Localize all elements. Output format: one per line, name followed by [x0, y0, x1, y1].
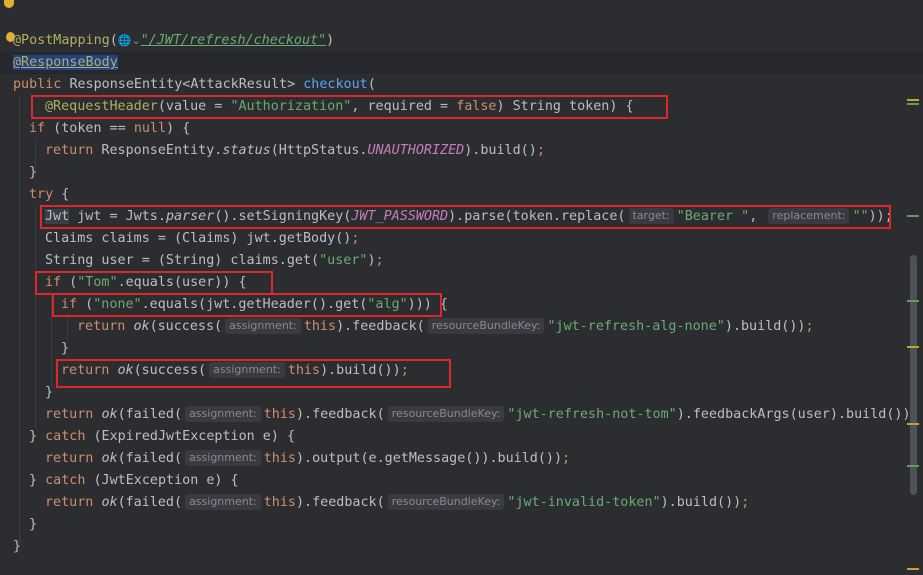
type-name: ResponseEntity<AttackResult> [69, 77, 296, 92]
highlight-box-return-success [56, 359, 451, 388]
method-call: ok [133, 319, 150, 334]
constant: UNAUTHORIZED [367, 143, 465, 158]
keyword: try [29, 187, 54, 202]
annotation: @ResponseBody [13, 55, 118, 70]
code-line[interactable]: } [29, 162, 37, 184]
code-line[interactable]: public ResponseEntity<AttackResult> chec… [13, 74, 376, 96]
method-call: ok [101, 495, 118, 510]
code-line[interactable]: } catch (JwtException e) { [29, 470, 239, 492]
highlight-box-jwt-parse [40, 205, 891, 229]
keyword: if [29, 121, 46, 136]
annotation: @PostMapping [13, 33, 110, 48]
indent-guide [35, 206, 36, 428]
keyword: return [77, 319, 126, 334]
globe-icon[interactable]: 🌐⌄ [118, 30, 141, 52]
highlight-box-request-header [31, 95, 668, 119]
method-call: ok [101, 407, 118, 422]
highlight-box-alg-none [52, 293, 442, 317]
keyword: this [263, 407, 296, 422]
method-name: checkout [303, 77, 368, 92]
code-line[interactable]: } catch (ExpiredJwtException e) { [29, 426, 295, 448]
change-marker[interactable] [907, 300, 919, 302]
change-marker[interactable] [907, 215, 919, 217]
param-hint: resourceBundleKey: [387, 406, 505, 422]
indent-guide [19, 96, 20, 544]
code-line[interactable]: Claims claims = (Claims) jwt.getBody(); [45, 228, 359, 250]
code-line[interactable]: } [45, 382, 53, 404]
string-literal: "user" [319, 253, 368, 268]
change-marker[interactable] [907, 103, 919, 105]
code-line[interactable]: return ok(success(assignment: this).feedb… [77, 316, 814, 338]
method-call: status [222, 143, 271, 158]
keyword: catch [45, 473, 86, 488]
keyword: return [45, 143, 94, 158]
string-literal[interactable]: "/JWT/refresh/checkout" [141, 33, 326, 48]
string-literal: "jwt-refresh-alg-none" [547, 319, 725, 334]
keyword: this [303, 319, 337, 334]
code-line[interactable]: return ok(failed(assignment: this).feedba… [45, 492, 749, 514]
keyword: public [13, 77, 62, 92]
code-line[interactable]: return ok(failed(assignment: this).output… [45, 448, 570, 470]
code-line[interactable]: } [61, 338, 69, 360]
keyword: catch [45, 429, 86, 444]
code-line[interactable]: if (token == null) { [29, 118, 190, 140]
code-line[interactable]: try { [29, 184, 69, 206]
current-line-highlight [0, 52, 923, 74]
param-hint: assignment: [225, 318, 301, 334]
keyword: return [45, 407, 94, 422]
param-hint: assignment: [185, 494, 261, 510]
param-hint: resourceBundleKey: [427, 318, 545, 334]
param-hint: resourceBundleKey: [387, 494, 505, 510]
string-literal: "jwt-invalid-token" [507, 495, 661, 510]
code-line[interactable]: return ok(failed(assignment: this).feedba… [45, 404, 919, 426]
keyword: this [263, 495, 296, 510]
code-line[interactable]: } [29, 514, 37, 536]
param-hint: assignment: [185, 406, 261, 422]
string-literal: "jwt-refresh-not-tom" [507, 407, 677, 422]
param-hint: assignment: [185, 450, 261, 466]
bulb-icon[interactable] [4, 0, 14, 8]
code-line[interactable]: @PostMapping(🌐⌄"/JWT/refresh/checkout") [13, 30, 334, 52]
method-call: ok [101, 451, 118, 466]
keyword: return [45, 495, 94, 510]
code-line[interactable]: String user = (String) claims.get("user"… [45, 250, 384, 272]
warning-marker[interactable] [907, 99, 919, 101]
keyword: null [133, 121, 167, 136]
change-marker[interactable] [907, 465, 919, 467]
warning-marker[interactable] [907, 568, 919, 570]
code-line[interactable]: } [13, 536, 21, 558]
vertical-scrollbar[interactable] [910, 255, 917, 495]
code-line[interactable]: @ResponseBody [13, 52, 118, 74]
code-editor[interactable]: @PostMapping(🌐⌄"/JWT/refresh/checkout") … [0, 0, 923, 575]
keyword: this [263, 451, 296, 466]
highlight-box-tom-check [35, 271, 273, 295]
code-line[interactable]: return ResponseEntity.status(HttpStatus.… [45, 140, 545, 162]
warning-marker[interactable] [907, 346, 919, 348]
warning-marker[interactable] [907, 423, 919, 425]
keyword: return [45, 451, 94, 466]
